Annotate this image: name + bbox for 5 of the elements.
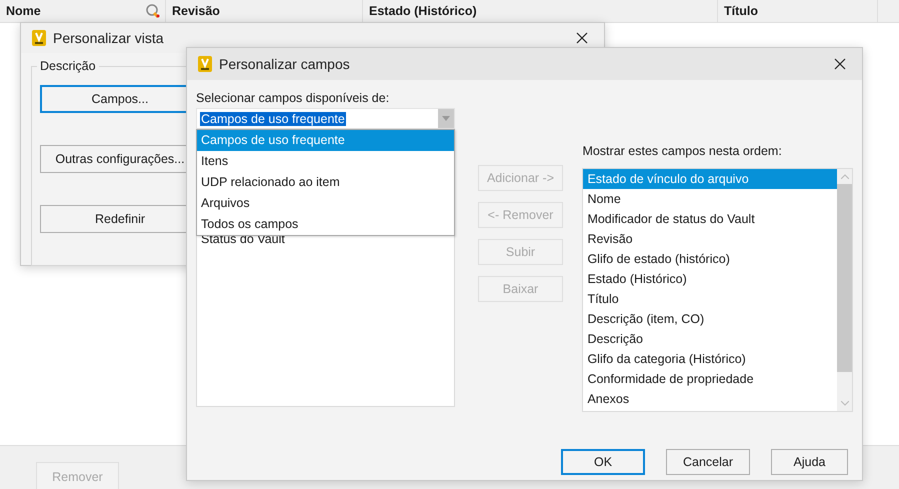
window-title: Personalizar campos <box>219 56 351 72</box>
field-label: Mostrar estes campos nesta ordem: <box>582 143 783 160</box>
window-title: Personalizar vista <box>53 30 164 46</box>
group-label: Descrição <box>37 59 99 73</box>
dropdown-value: Campos de uso frequente <box>200 112 346 126</box>
